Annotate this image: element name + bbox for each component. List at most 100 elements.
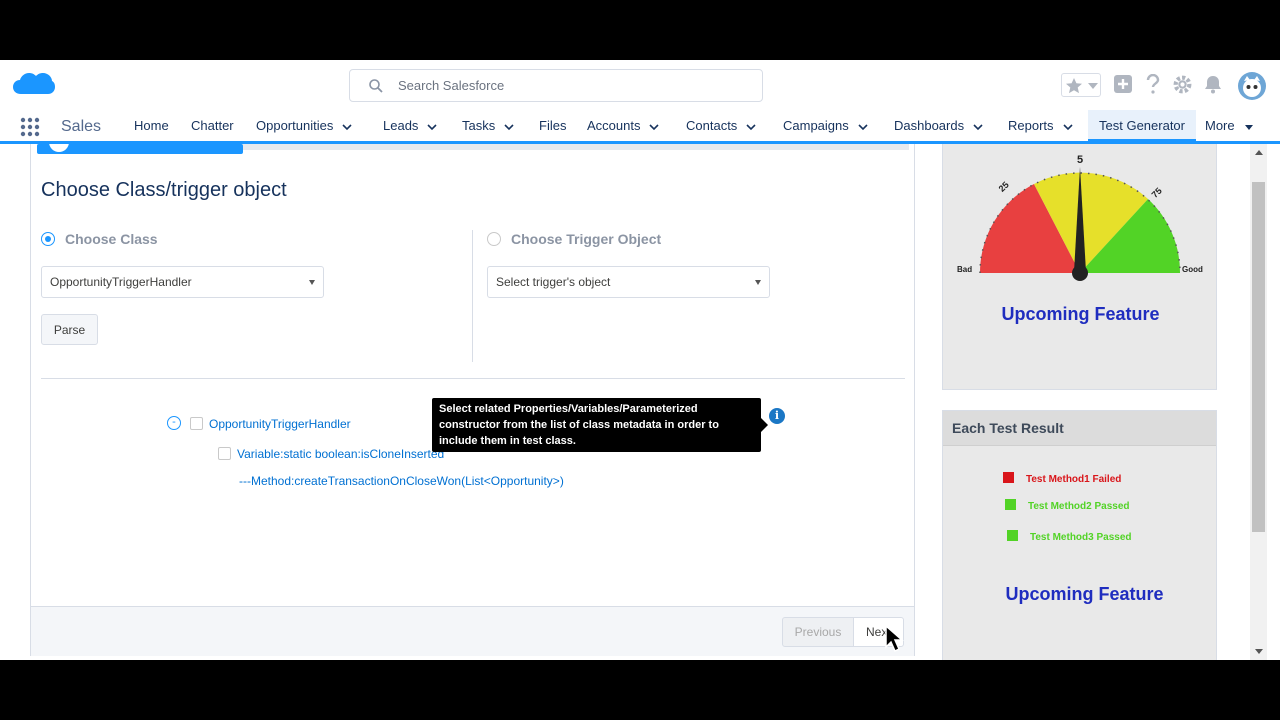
global-search[interactable] (349, 69, 763, 102)
nav-item-label: Chatter (191, 118, 234, 133)
gauge-meter: Bad Good 5 25 75 (957, 154, 1203, 281)
nav-item-label: More (1205, 118, 1235, 133)
previous-button[interactable]: Previous (782, 617, 854, 647)
global-header (0, 60, 1280, 110)
search-icon (369, 79, 383, 93)
salesforce-window: Sales Home Chatter Opportunities Leads T… (0, 60, 1280, 660)
result-row-failed: Test Method1 Failed (1003, 472, 1121, 485)
page-scrollbar[interactable] (1250, 144, 1267, 660)
scroll-down-arrow-icon[interactable] (1255, 649, 1263, 654)
chevron-down-icon[interactable] (973, 122, 983, 132)
gauge-right-label: 75 (1150, 186, 1164, 200)
class-select-value: OpportunityTriggerHandler (50, 275, 192, 289)
chevron-down-icon[interactable] (746, 122, 756, 132)
nav-item-more[interactable]: More (1205, 110, 1254, 142)
class-checkbox[interactable] (190, 417, 203, 430)
nav-item-label: Reports (1008, 118, 1054, 133)
nav-item-label: Files (539, 118, 567, 133)
chevron-down-icon (1088, 83, 1098, 89)
choose-trigger-label: Choose Trigger Object (511, 231, 662, 247)
avatar[interactable] (1238, 72, 1266, 100)
nav-item-test-generator[interactable]: Test Generator (1088, 110, 1196, 142)
legend-swatch (1005, 499, 1016, 510)
chevron-down-icon[interactable] (858, 122, 868, 132)
caret-down-icon (755, 280, 761, 285)
test-result-panel: Each Test Result Test Method1 Failed Tes… (942, 410, 1217, 660)
upcoming-feature-caption: Upcoming Feature (1001, 304, 1160, 324)
result-row-label: Test Method3 Passed (1030, 532, 1132, 543)
nav-item-chatter[interactable]: Chatter (191, 110, 234, 142)
chevron-down-icon[interactable] (427, 122, 437, 132)
tree-variable-label[interactable]: Variable:static boolean:isCloneInserted (237, 447, 444, 461)
nav-item-reports[interactable]: Reports (1008, 110, 1073, 142)
nav-item-opportunities[interactable]: Opportunities (256, 110, 352, 142)
chevron-down-icon[interactable] (1244, 122, 1254, 132)
nav-item-files[interactable]: Files (539, 110, 566, 142)
class-select[interactable]: OpportunityTriggerHandler (41, 266, 324, 298)
chevron-down-icon[interactable] (1062, 122, 1073, 132)
search-input[interactable] (398, 70, 748, 101)
result-row-label: Test Method1 Failed (1026, 474, 1122, 485)
add-icon[interactable] (1113, 74, 1133, 94)
chevron-down-icon[interactable] (649, 122, 660, 132)
tree-root-label[interactable]: OpportunityTriggerHandler (209, 417, 351, 431)
star-icon (1066, 78, 1082, 94)
app-name: Sales (61, 118, 102, 135)
favorites-button[interactable] (1061, 73, 1101, 97)
legend-swatch (1007, 530, 1018, 541)
nav-item-label: Campaigns (783, 118, 849, 133)
tree-collapse-toggle[interactable]: - (167, 416, 181, 430)
chevron-down-icon[interactable] (342, 122, 352, 132)
trigger-select-value: Select trigger's object (496, 275, 611, 289)
nav-item-label: Tasks (462, 118, 496, 133)
trigger-object-select[interactable]: Select trigger's object (487, 266, 770, 298)
notifications-bell-icon[interactable] (1204, 74, 1222, 94)
choose-class-label: Choose Class (65, 231, 158, 247)
section-divider (41, 378, 905, 379)
info-icon[interactable]: i (769, 408, 785, 424)
wizard-card: Choose Class/trigger object Choose Class… (30, 144, 915, 656)
nav-item-campaigns[interactable]: Campaigns (783, 110, 868, 142)
panel-header: Each Test Result (943, 411, 1216, 446)
nav-item-dashboards[interactable]: Dashboards (894, 110, 983, 142)
nav-item-tasks[interactable]: Tasks (462, 110, 514, 142)
salesforce-logo[interactable] (12, 70, 56, 100)
scrollbar-thumb[interactable] (1252, 182, 1265, 532)
nav-item-label: Dashboards (894, 118, 965, 133)
gauge-good-label: Good (1182, 265, 1203, 274)
result-row-passed: Test Method3 Passed (1007, 530, 1132, 543)
mouse-cursor-icon (885, 625, 904, 653)
gauge-top-label: 5 (1077, 154, 1083, 166)
column-divider (472, 230, 473, 362)
app-navigation-bar: Sales Home Chatter Opportunities Leads T… (0, 110, 1280, 144)
chevron-down-icon[interactable] (504, 122, 514, 132)
tree-method-label[interactable]: ---Method:createTransactionOnCloseWon(Li… (239, 474, 564, 488)
nav-item-label: Home (134, 118, 169, 133)
gauge-panel: Bad Good 5 25 75 Upcoming Feature (942, 144, 1217, 390)
scroll-up-arrow-icon[interactable] (1255, 150, 1263, 155)
choose-class-radio[interactable] (41, 232, 55, 246)
parse-button[interactable]: Parse (41, 314, 98, 345)
nav-item-label: Leads (383, 118, 419, 133)
gauge-bad-label: Bad (957, 265, 972, 274)
help-tooltip: Select related Properties/Variables/Para… (432, 398, 768, 452)
upcoming-feature-caption: Upcoming Feature (1005, 584, 1164, 604)
nav-item-label: Opportunities (256, 118, 334, 133)
nav-item-home[interactable]: Home (134, 110, 169, 142)
nav-item-contacts[interactable]: Contacts (686, 110, 756, 142)
app-launcher-grid-icon[interactable] (20, 117, 40, 137)
help-icon[interactable] (1145, 74, 1161, 94)
gear-icon[interactable] (1172, 74, 1193, 95)
nav-item-accounts[interactable]: Accounts (587, 110, 660, 142)
result-row-label: Test Method2 Passed (1028, 501, 1130, 512)
nav-item-label: Test Generator (1099, 118, 1185, 133)
nav-item-label: Accounts (587, 118, 641, 133)
legend-swatch (1003, 472, 1014, 483)
gauge-left-label: 25 (997, 180, 1011, 194)
wizard-progress-bar (37, 144, 909, 154)
nav-item-leads[interactable]: Leads (383, 110, 437, 142)
variable-checkbox[interactable] (218, 447, 231, 460)
caret-down-icon (309, 280, 315, 285)
choose-trigger-radio[interactable] (487, 232, 501, 246)
result-row-passed: Test Method2 Passed (1005, 499, 1130, 512)
